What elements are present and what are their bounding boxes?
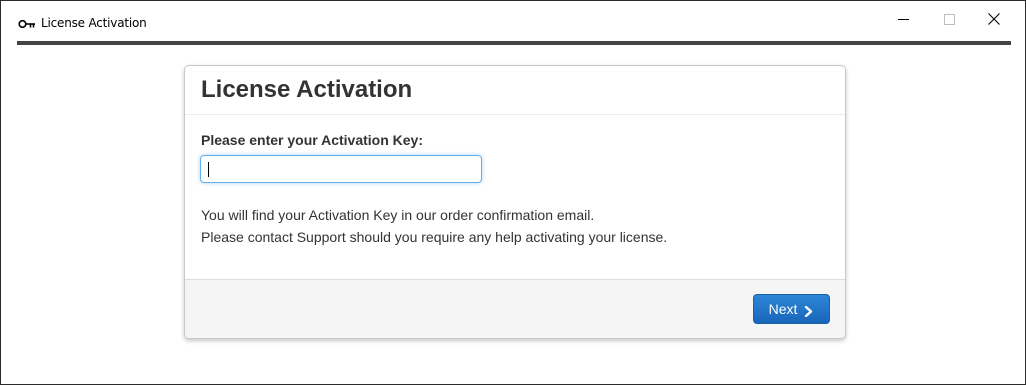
title-bar[interactable]: License Activation [1, 1, 1025, 41]
activation-panel: License Activation Please enter your Act… [184, 65, 846, 339]
panel-header: License Activation [185, 66, 845, 115]
maximize-icon [943, 12, 955, 30]
chevron-right-icon [803, 304, 814, 317]
minimize-icon [897, 12, 909, 30]
panel-footer: Next [185, 279, 845, 338]
next-button[interactable]: Next [753, 294, 830, 324]
panel-title: License Activation [201, 76, 413, 103]
minimize-button[interactable] [880, 1, 926, 41]
activation-key-label: Please enter your Activation Key: [201, 132, 424, 148]
info-text-email: You will find your Activation Key in our… [201, 207, 595, 223]
license-activation-window: License Activation License Activation Pl… [0, 0, 1026, 385]
maximize-button[interactable] [926, 1, 972, 41]
close-button[interactable] [971, 1, 1017, 41]
activation-key-input[interactable] [200, 155, 482, 183]
info-text-support: Please contact Support should you requir… [201, 229, 668, 245]
text-caret [208, 162, 209, 177]
window-title: License Activation [41, 16, 147, 30]
accent-bar [17, 41, 1011, 45]
close-icon [988, 12, 1000, 30]
key-icon [18, 17, 36, 29]
next-button-label: Next [768, 301, 798, 317]
